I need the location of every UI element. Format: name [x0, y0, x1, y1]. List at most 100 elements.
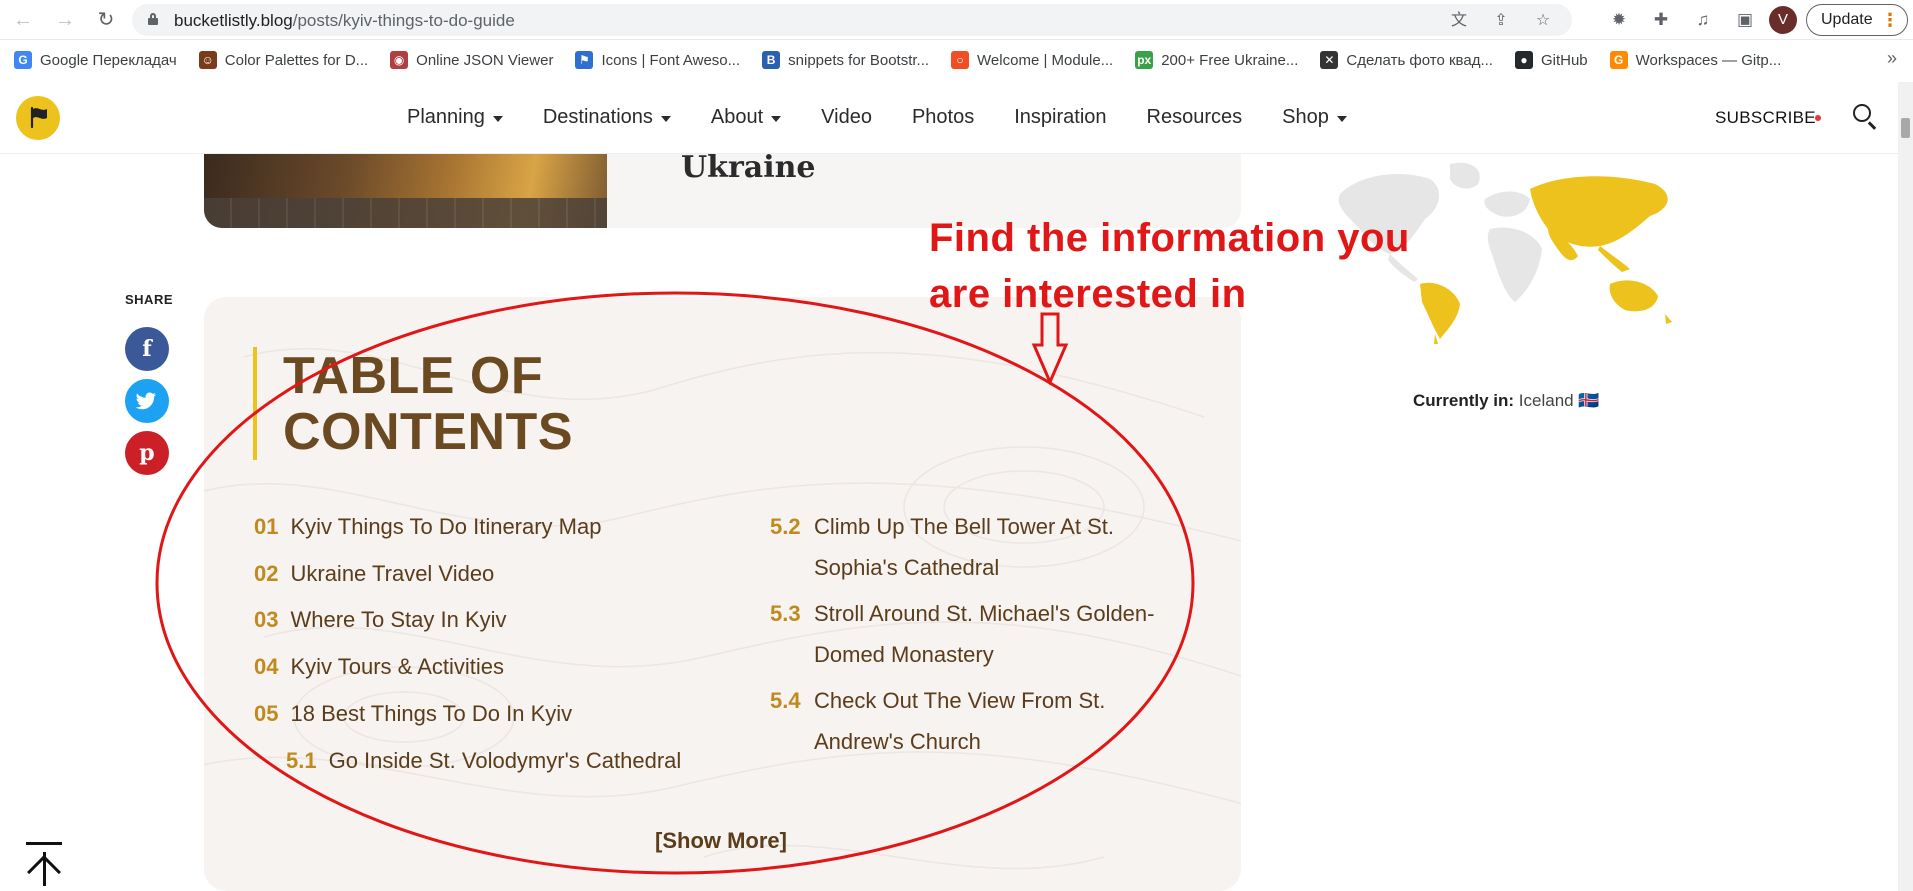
bookmark-item[interactable]: ● GitHub — [1514, 51, 1588, 69]
nav-item-about[interactable]: About — [711, 106, 782, 129]
toc-link[interactable]: 05 18 Best Things To Do In Kyiv — [254, 693, 572, 734]
share-page-icon[interactable]: ⇪ — [1490, 10, 1512, 32]
bookmark-item[interactable]: Bsnippets for Bootstr... — [762, 51, 929, 69]
back-arrow-icon[interactable]: ← — [10, 7, 36, 33]
bookmarks-overflow-icon[interactable]: » — [1887, 48, 1897, 69]
nav-item-photos[interactable]: Photos — [912, 106, 974, 129]
nav-item-label: Inspiration — [1014, 106, 1107, 128]
nav-item-label: Destinations — [542, 106, 653, 128]
bookmark-item[interactable]: ⚑ Icons | Font Aweso... — [575, 51, 740, 69]
nav-item-resources[interactable]: Resources — [1147, 106, 1243, 129]
nav-item-planning[interactable]: Planning — [407, 106, 503, 129]
toc-link[interactable]: 5.4 Check Out The View From St. Andrew's C… — [770, 680, 1190, 762]
media-queue-icon[interactable]: ♫ — [1690, 7, 1716, 33]
hero-image — [204, 154, 607, 228]
bookmark-label: GitHub — [1540, 51, 1588, 69]
bookmark-favicon-icon: ● — [1514, 51, 1533, 69]
profile-avatar[interactable]: V — [1769, 6, 1797, 34]
scrollbar-thumb[interactable] — [1901, 118, 1910, 138]
page-scrollbar[interactable] — [1898, 82, 1913, 891]
lock-icon[interactable] — [148, 13, 158, 25]
nav-item-label: Shop — [1282, 106, 1329, 128]
flag-icon — [30, 106, 47, 128]
toc-heading: TABLE OF CONTENTS — [283, 347, 573, 461]
nav-item-label: Planning — [407, 106, 485, 128]
toc-number: 5.3 — [770, 601, 801, 626]
hero-title: Ukraine — [681, 154, 816, 185]
main-navigation: Planning Destinations About Video Photos Insp… — [407, 106, 1387, 129]
toc-number: 03 — [254, 607, 279, 632]
bookmark-favicon-icon: ⚑ — [575, 51, 594, 69]
nav-item-inspiration[interactable]: Inspiration — [1014, 106, 1106, 129]
caret-down-icon — [492, 115, 503, 122]
toc-text: Stroll Around St. Michael's Golden- — [814, 601, 1155, 626]
toc-link[interactable]: 5.1 Go Inside St. Volodymyr's Cathedral — [286, 740, 681, 781]
toc-link[interactable]: 03 Where To Stay In Kyiv — [254, 599, 507, 640]
bookmark-item[interactable]: px 200+ Free Ukraine... — [1135, 51, 1298, 69]
toc-text: Sophia's Cathedral — [814, 555, 1000, 580]
bookmark-item[interactable]: ☺ Color Palettes for D... — [198, 51, 368, 69]
bookmark-item[interactable]: G Workspaces — Gitp... — [1609, 51, 1782, 69]
bookmarks-bar: G Google Перекладач ☺ Color Palettes for D.… — [0, 44, 1913, 76]
side-panel-icon[interactable]: ▣ — [1732, 7, 1758, 33]
url-text[interactable]: bucketlistly.blog/posts/kyiv-things-to-d… — [174, 11, 515, 31]
reload-icon[interactable]: ↻ — [93, 7, 119, 33]
bookmark-favicon-icon: px — [1135, 51, 1154, 69]
toc-text: Andrew's Church — [814, 729, 981, 754]
toc-text: Ukraine Travel Video — [290, 561, 495, 586]
toc-number: 04 — [254, 654, 279, 679]
update-button[interactable]: Update ⋮ — [1806, 4, 1908, 36]
nav-item-video[interactable]: Video — [821, 106, 872, 129]
annotation-text: Find the information you are interested … — [929, 216, 1410, 316]
nav-item-label: Video — [821, 106, 872, 128]
bookmark-favicon-icon: G — [1609, 51, 1628, 69]
nav-item-destinations[interactable]: Destinations — [543, 106, 671, 129]
facebook-share-icon[interactable]: f — [125, 327, 169, 371]
translate-icon[interactable]: 文 — [1448, 10, 1470, 32]
toc-number: 5.4 — [770, 688, 801, 713]
bookmark-favicon-icon: B — [762, 51, 781, 69]
toc-link[interactable]: 01 Kyiv Things To Do Itinerary Map — [254, 506, 601, 547]
toc-link[interactable]: 5.3 Stroll Around St. Michael's Golden- Do… — [770, 593, 1190, 675]
bookmark-star-icon[interactable]: ☆ — [1532, 10, 1554, 32]
nav-item-shop[interactable]: Shop — [1282, 106, 1347, 129]
bookmark-item[interactable]: G Google Перекладач — [14, 51, 177, 69]
caret-down-icon — [771, 115, 782, 122]
back-to-top-icon[interactable] — [26, 842, 62, 889]
twitter-share-icon[interactable] — [125, 379, 169, 423]
toc-link[interactable]: 04 Kyiv Tours & Activities — [254, 646, 504, 687]
bookmark-label: Workspaces — Gitp... — [1635, 51, 1782, 69]
toc-text: Check Out The View From St. — [814, 688, 1106, 713]
extensions-puzzle-icon[interactable]: ✚ — [1648, 7, 1674, 33]
bookmark-favicon-icon: ○ — [951, 51, 970, 69]
search-icon[interactable] — [1853, 104, 1879, 130]
show-more-link[interactable]: [Show More] — [655, 828, 787, 854]
share-label: SHARE — [125, 292, 174, 307]
toc-text: Kyiv Tours & Activities — [290, 654, 505, 679]
toc-accent-bar — [253, 347, 257, 460]
toc-number: 5.2 — [770, 514, 801, 539]
toc-text: Where To Stay In Kyiv — [290, 607, 507, 632]
bookmark-item[interactable]: ○ Welcome | Module... — [951, 51, 1113, 69]
bookmark-label: Icons | Font Aweso... — [601, 51, 741, 69]
extension-bug-icon[interactable]: ✹ — [1606, 7, 1632, 33]
address-bar[interactable]: bucketlistly.blog/posts/kyiv-things-to-d… — [132, 4, 1572, 36]
bookmark-item[interactable]: ◉ Online JSON Viewer — [390, 51, 553, 69]
toc-text: Domed Monastery — [814, 642, 994, 667]
toc-text: Climb Up The Bell Tower At St. — [814, 514, 1114, 539]
toc-number: 01 — [254, 514, 279, 539]
bookmark-label: Google Перекладач — [40, 51, 177, 69]
toc-link[interactable]: 5.2 Climb Up The Bell Tower At St. Sophia'… — [770, 506, 1190, 588]
pinterest-share-icon[interactable]: p — [125, 431, 169, 475]
bookmark-label: Online JSON Viewer — [416, 51, 554, 69]
bookmark-favicon-icon: ◉ — [390, 51, 409, 69]
caret-down-icon — [660, 115, 671, 122]
notification-dot — [1815, 115, 1821, 121]
caret-down-icon — [1336, 115, 1347, 122]
toc-link[interactable]: 02 Ukraine Travel Video — [254, 553, 494, 594]
subscribe-link[interactable]: SUBSCRIBE — [1715, 108, 1816, 128]
bookmark-item[interactable]: ✕ Сделать фото квад... — [1320, 51, 1493, 69]
forward-arrow-icon[interactable]: → — [52, 7, 78, 33]
site-logo[interactable] — [16, 96, 60, 140]
toc-number: 02 — [254, 561, 279, 586]
